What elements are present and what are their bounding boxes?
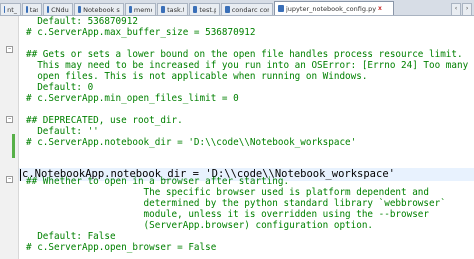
tab-label: condarc config	[231, 5, 269, 14]
tab-bar: nt_fast_task.txt task1.py CNdualistic te…	[0, 0, 474, 16]
fold-toggle-icon[interactable]: −	[6, 116, 13, 123]
tab-jupyter-config[interactable]: jupyter_notebook_config.py x	[274, 1, 394, 15]
file-icon	[78, 6, 82, 13]
tab-file-5[interactable]: memory.txt	[125, 3, 156, 15]
editor-gutter: − − −	[0, 16, 19, 259]
tab-label: memory.txt	[133, 5, 152, 14]
tab-label: test.py	[199, 5, 216, 14]
fold-toggle-icon[interactable]: −	[6, 46, 13, 53]
file-icon	[278, 5, 284, 12]
tab-label: task1.py	[29, 5, 38, 14]
file-icon	[193, 6, 198, 13]
tab-file-3[interactable]: CNdualistic text	[43, 3, 73, 15]
text-caret	[20, 169, 21, 181]
code-line: # c.ServerApp.open_browser = False	[26, 242, 217, 253]
tab-label: task.txt	[167, 5, 184, 14]
tab-file-6[interactable]: task.txt	[157, 3, 188, 15]
chevron-right-icon[interactable]: ›	[462, 3, 472, 15]
change-marker	[12, 134, 15, 158]
tab-file-1[interactable]: nt_fast_task.txt	[0, 3, 21, 15]
fold-toggle-icon[interactable]: −	[6, 176, 13, 183]
code-editor[interactable]: − − − Default: 536870912 # c.ServerApp.m…	[0, 16, 474, 259]
tab-label: CNdualistic text	[51, 5, 69, 14]
tab-label: nt_fast_task.txt	[7, 5, 17, 14]
file-icon	[4, 6, 6, 13]
tab-label: Notebook shortcut list	[83, 5, 120, 14]
file-icon	[47, 6, 50, 13]
file-icon	[129, 6, 132, 13]
code-line: # c.ServerApp.min_open_files_limit = 0	[26, 93, 239, 104]
close-icon[interactable]: x	[378, 3, 382, 15]
code-line: # c.ServerApp.notebook_dir = 'D:\\code\\…	[26, 137, 357, 148]
tab-scroll: ‹ ›	[449, 3, 474, 15]
tab-file-2[interactable]: task1.py	[22, 3, 42, 15]
file-icon	[225, 6, 230, 13]
code-line: # c.ServerApp.max_buffer_size = 53687091…	[26, 27, 256, 38]
chevron-left-icon[interactable]: ‹	[451, 3, 461, 15]
file-icon	[161, 6, 166, 13]
file-icon	[26, 6, 28, 13]
tab-label: jupyter_notebook_config.py	[286, 4, 377, 13]
tab-file-7[interactable]: test.py	[189, 3, 220, 15]
tab-file-4[interactable]: Notebook shortcut list	[74, 3, 124, 15]
tab-file-8[interactable]: condarc config	[221, 3, 273, 15]
